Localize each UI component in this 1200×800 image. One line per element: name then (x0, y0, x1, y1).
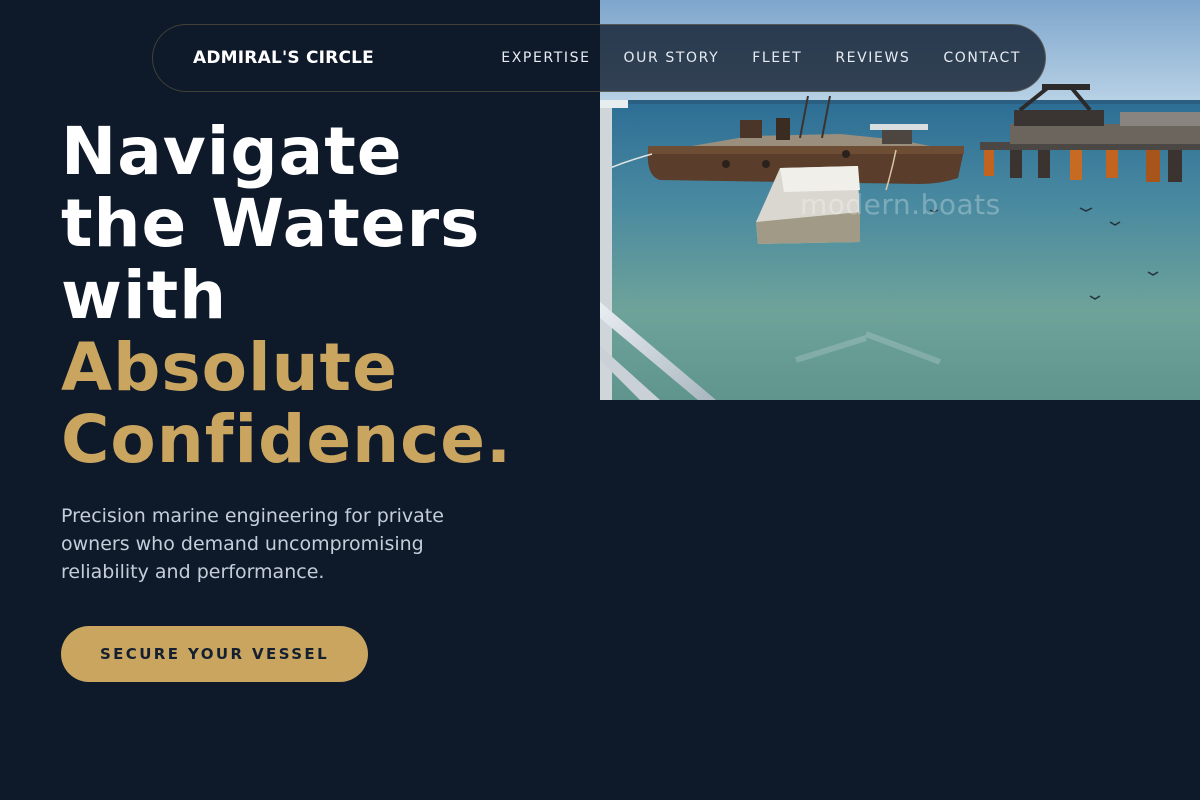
photo-watermark: modern.boats (800, 188, 1001, 221)
main-navigation: ADMIRAL'S CIRCLE EXPERTISE OUR STORY FLE… (152, 24, 1046, 92)
headline-line: the Waters (61, 185, 481, 262)
hero-subtitle: Precision marine engineering for private… (61, 505, 444, 583)
nav-link-expertise[interactable]: EXPERTISE (501, 50, 590, 66)
secure-your-vessel-button[interactable]: SECURE YOUR VESSEL (61, 626, 368, 682)
nav-links: EXPERTISE OUR STORY FLEET REVIEWS CONTAC… (501, 50, 1021, 66)
nav-link-contact[interactable]: CONTACT (943, 50, 1021, 66)
nav-link-our-story[interactable]: OUR STORY (624, 50, 720, 66)
headline-line: with (61, 257, 228, 334)
brand-logo-link[interactable]: ADMIRAL'S CIRCLE (193, 48, 374, 68)
headline-line: Navigate (61, 113, 403, 190)
hero-headline: Navigate the Waters with Absolute Confid… (61, 116, 512, 476)
headline-accent-line: Absolute (61, 329, 398, 406)
nav-link-fleet[interactable]: FLEET (752, 50, 802, 66)
nav-link-reviews[interactable]: REVIEWS (835, 50, 910, 66)
page: modern.boats ADMIRAL'S CIRCLE EXPERTISE … (0, 0, 1200, 800)
headline-accent-line: Confidence. (61, 401, 513, 478)
